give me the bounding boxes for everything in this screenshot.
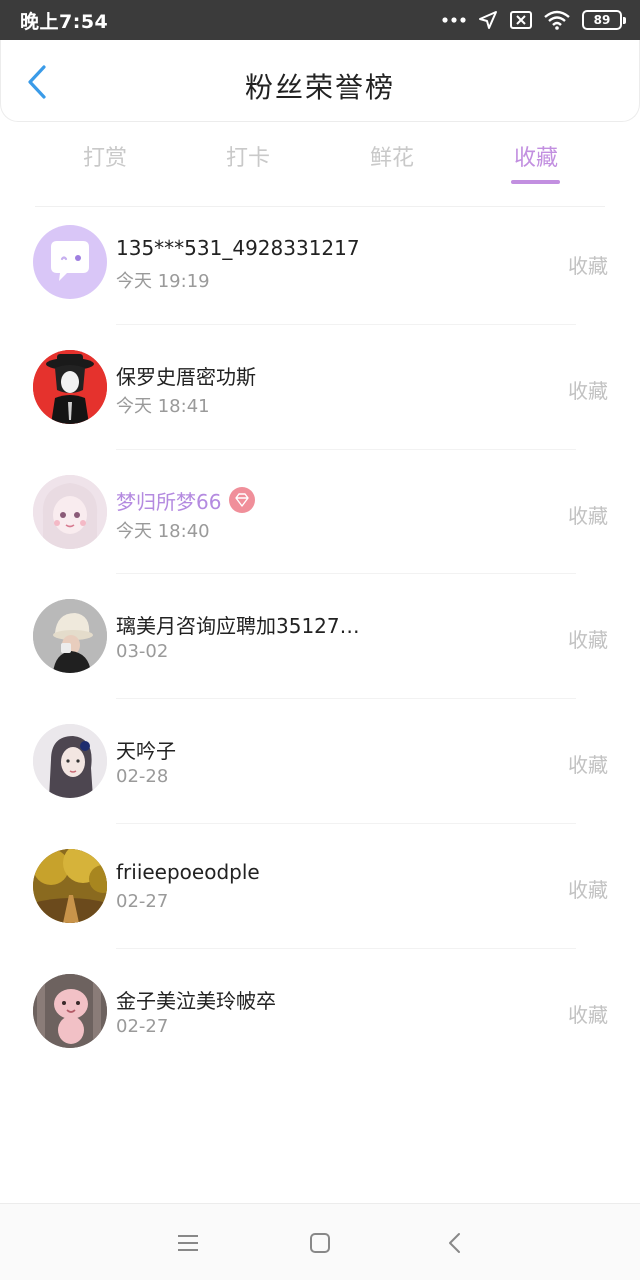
menu-icon — [178, 1235, 198, 1251]
avatar — [33, 848, 107, 923]
avatar — [33, 724, 107, 799]
avatar — [33, 973, 107, 1048]
fan-time: 02-27 — [116, 1015, 169, 1037]
avatar — [33, 474, 107, 549]
home-square-icon — [310, 1233, 330, 1253]
avatar — [33, 225, 107, 299]
avatar — [33, 599, 107, 674]
fan-name: 保罗史厝密功斯 — [116, 364, 256, 389]
list-item[interactable]: 金子美泣美玲帔卒 02-27 收藏 — [0, 949, 640, 1074]
red-anime-avatar-icon — [33, 349, 107, 424]
status-bar: 晚上7:54 89 — [0, 0, 640, 40]
tab-bar: 打赏 打卡 鲜花 收藏 — [0, 130, 640, 192]
back-triangle-icon — [449, 1233, 460, 1253]
list-item[interactable]: 天吟子 02-28 收藏 — [0, 699, 640, 824]
name-line: 天吟子 — [116, 735, 176, 764]
name-line: 135***531_4928331217 — [116, 236, 360, 260]
fan-name: 金子美泣美玲帔卒 — [116, 988, 276, 1013]
menu-button[interactable] — [168, 1228, 208, 1258]
fan-time: 03-02 — [116, 641, 169, 663]
name-line: 金子美泣美玲帔卒 — [116, 985, 276, 1014]
location-arrow-icon — [478, 10, 498, 30]
system-nav-bar — [0, 1203, 640, 1280]
fan-name: friieepoeodple — [116, 859, 260, 884]
tab-favorites[interactable]: 收藏 — [486, 140, 586, 172]
name-line: friieepoeodple — [116, 860, 260, 884]
more-dots-icon — [442, 16, 466, 24]
name-line: 保罗史厝密功斯 — [116, 361, 256, 390]
default-chat-avatar-icon — [51, 241, 89, 281]
home-button[interactable] — [300, 1228, 340, 1258]
list-item[interactable]: 梦归所梦66 今天 18:40 收藏 — [0, 450, 640, 575]
vip-diamond-badge — [229, 487, 256, 514]
fan-name: 135***531_4928331217 — [116, 236, 360, 260]
fan-name: 天吟子 — [116, 739, 176, 764]
wifi-icon — [544, 10, 570, 30]
fan-time: 02-27 — [116, 890, 169, 912]
name-line: 梦归所梦66 — [116, 486, 256, 515]
autumn-forest-avatar-icon — [33, 848, 107, 923]
tab-checkin[interactable]: 打卡 — [198, 140, 298, 172]
diamond-icon — [235, 493, 250, 507]
action-label: 收藏 — [568, 628, 608, 653]
page-title: 粉丝荣誉榜 — [244, 71, 395, 104]
system-back-button[interactable] — [434, 1228, 474, 1258]
list-item[interactable]: 保罗史厝密功斯 今天 18:41 收藏 — [0, 325, 640, 450]
action-label: 收藏 — [568, 503, 608, 528]
fan-list: 135***531_4928331217 今天 19:19 收藏 保罗史厝密功斯… — [0, 200, 640, 1074]
fan-time: 今天 19:19 — [116, 271, 210, 292]
fan-name: 梦归所梦66 — [116, 489, 222, 514]
avatar — [33, 349, 107, 424]
action-label: 收藏 — [568, 753, 608, 778]
name-line: 璃美月咨询应聘加35127… — [116, 610, 360, 639]
tab-flowers[interactable]: 鲜花 — [342, 140, 442, 172]
active-tab-indicator — [511, 180, 560, 184]
action-label: 收藏 — [568, 254, 608, 278]
action-label: 收藏 — [568, 877, 608, 902]
action-label: 收藏 — [568, 1002, 608, 1027]
list-item[interactable]: 璃美月咨询应聘加35127… 03-02 收藏 — [0, 574, 640, 700]
fan-time: 今天 18:41 — [116, 395, 210, 417]
list-item[interactable]: friieepoeodple 02-27 收藏 — [0, 824, 640, 949]
status-time: 晚上7:54 — [20, 11, 109, 33]
fan-time: 今天 18:40 — [116, 520, 210, 542]
hat-person-avatar-icon — [33, 599, 107, 674]
fan-name: 璃美月咨询应聘加35127… — [116, 614, 360, 639]
page-header: 粉丝荣誉榜 — [0, 40, 640, 122]
battery-icon: 89 — [582, 10, 626, 30]
list-item[interactable]: 135***531_4928331217 今天 19:19 收藏 — [0, 200, 640, 325]
girl-portrait-avatar-icon — [33, 724, 107, 799]
pink-anime-avatar-icon — [33, 474, 107, 549]
status-icons: 89 — [442, 8, 626, 32]
tab-tip[interactable]: 打赏 — [55, 140, 155, 172]
action-label: 收藏 — [568, 378, 608, 403]
fan-time: 02-28 — [116, 766, 169, 788]
no-sim-icon — [510, 11, 532, 29]
cartoon-baby-avatar-icon — [33, 973, 107, 1048]
battery-level: 89 — [593, 13, 611, 27]
